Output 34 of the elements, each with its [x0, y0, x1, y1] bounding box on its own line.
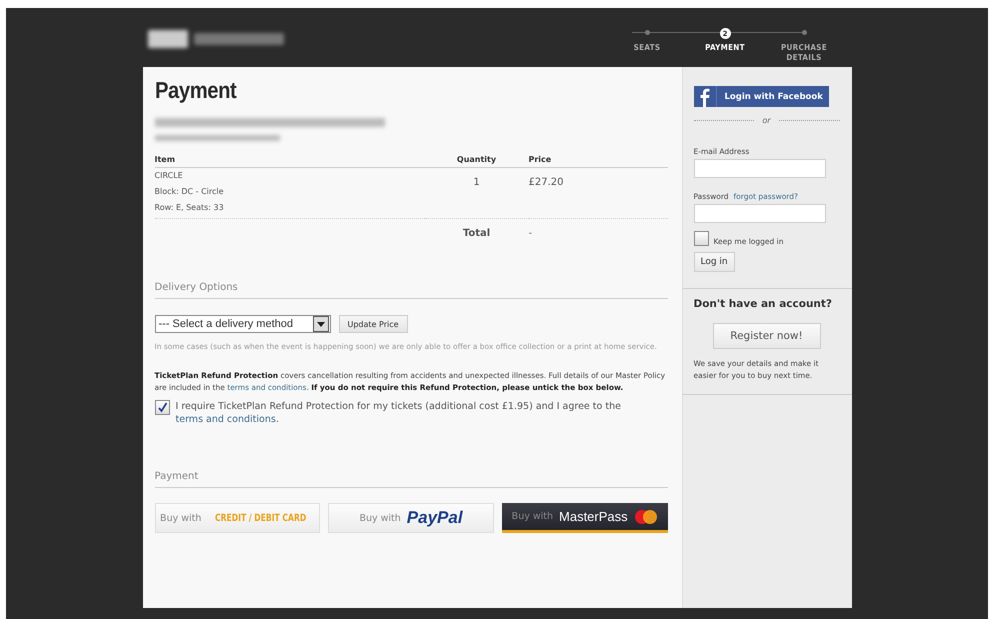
- table-cell-text: CIRCLE: [154, 171, 184, 180]
- checkmark-icon: [156, 402, 168, 413]
- login-button[interactable]: Log in: [694, 252, 735, 272]
- step-label: PURCHASE DETAILS: [780, 43, 828, 63]
- table-cell-text: Row: E, Seats: 33: [154, 203, 225, 212]
- column-header: Price: [528, 155, 668, 168]
- email-input[interactable]: [694, 159, 826, 178]
- total-label: Total: [462, 227, 492, 239]
- column-header: Item: [154, 155, 424, 168]
- password-input[interactable]: [694, 204, 826, 223]
- table-cell-text: £27.20: [528, 176, 564, 190]
- update-price-button[interactable]: Update Price: [338, 315, 408, 333]
- section-heading: Payment: [154, 471, 198, 482]
- delivery-select[interactable]: --- Select a delivery method: [154, 315, 330, 333]
- card-logo-icon: [634, 508, 658, 524]
- pay-with-masterpass-button[interactable]: Buy with MasterPass: [502, 503, 668, 533]
- page-title: Payment: [154, 77, 236, 104]
- table-cell-text: 1: [473, 176, 480, 190]
- register-button[interactable]: Register now!: [712, 323, 820, 349]
- total-value: -: [528, 227, 534, 239]
- refund-checkbox-label: I require TicketPlan Refund Protection for my tickets (additional cost £1.95) and I agree to the terms and conditions.: [176, 400, 622, 426]
- step-label: SEATS: [632, 43, 662, 53]
- checkbox[interactable]: [694, 231, 708, 246]
- facebook-login-button[interactable]: Login with Facebook: [694, 86, 828, 107]
- or-separator: or: [762, 116, 771, 125]
- column-header: Quantity: [424, 155, 528, 168]
- register-heading: Don't have an account?: [694, 298, 833, 310]
- table-cell-text: Block: DC - Circle: [154, 187, 225, 196]
- step-label: PAYMENT: [704, 43, 746, 53]
- caret-icon: [312, 316, 328, 332]
- pay-with-paypal-button[interactable]: Buy with PayPal: [328, 503, 494, 533]
- checkbox[interactable]: [154, 400, 170, 415]
- section-heading: Delivery Options: [154, 282, 238, 293]
- terms-link[interactable]: terms and conditions: [176, 414, 276, 425]
